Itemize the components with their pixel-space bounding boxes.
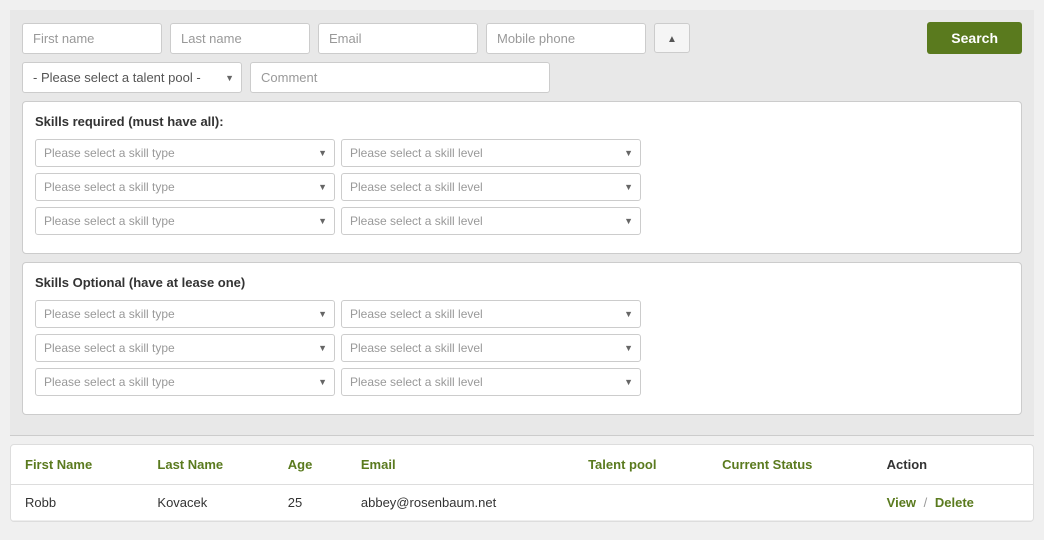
skills-required-title: Skills required (must have all): (35, 114, 1009, 129)
skill-opt-level-3-wrapper: Please select a skill level (341, 368, 641, 396)
mobile-phone-input[interactable] (486, 23, 646, 54)
cell-last-name: Kovacek (143, 485, 273, 521)
cell-talent-pool (574, 485, 708, 521)
skill-optional-type-2[interactable]: Please select a skill type (35, 334, 335, 362)
skill-opt-level-2-wrapper: Please select a skill level (341, 334, 641, 362)
skill-optional-row-1: Please select a skill type Please select… (35, 300, 1009, 328)
search-button[interactable]: Search (927, 22, 1022, 54)
skill-level-3-wrapper: Please select a skill level (341, 207, 641, 235)
delete-link[interactable]: Delete (935, 495, 974, 510)
cell-first-name: Robb (11, 485, 143, 521)
talent-pool-select[interactable]: - Please select a talent pool - (22, 62, 242, 93)
search-row-1: Search (22, 22, 1022, 54)
skill-optional-level-1[interactable]: Please select a skill level (341, 300, 641, 328)
email-input[interactable] (318, 23, 478, 54)
skill-required-row-3: Please select a skill type Please select… (35, 207, 1009, 235)
action-separator: / (920, 495, 931, 510)
skill-optional-type-3[interactable]: Please select a skill type (35, 368, 335, 396)
skill-optional-level-2[interactable]: Please select a skill level (341, 334, 641, 362)
skill-required-type-1[interactable]: Please select a skill type (35, 139, 335, 167)
skill-opt-type-1-wrapper: Please select a skill type (35, 300, 335, 328)
table-header-row: First Name Last Name Age Email Talent po… (11, 445, 1033, 485)
skill-optional-level-3[interactable]: Please select a skill level (341, 368, 641, 396)
col-header-email: Email (347, 445, 574, 485)
search-row-2: - Please select a talent pool - (22, 62, 1022, 93)
skill-required-type-2[interactable]: Please select a skill type (35, 173, 335, 201)
last-name-input[interactable] (170, 23, 310, 54)
skill-opt-type-3-wrapper: Please select a skill type (35, 368, 335, 396)
comment-input[interactable] (250, 62, 550, 93)
cell-age: 25 (274, 485, 347, 521)
chevron-up-icon (667, 31, 677, 45)
first-name-input[interactable] (22, 23, 162, 54)
skill-optional-type-1[interactable]: Please select a skill type (35, 300, 335, 328)
skill-required-level-1[interactable]: Please select a skill level (341, 139, 641, 167)
search-panel: Search - Please select a talent pool - S… (10, 10, 1034, 436)
skill-required-type-3[interactable]: Please select a skill type (35, 207, 335, 235)
skill-level-2-wrapper: Please select a skill level (341, 173, 641, 201)
skill-type-2-wrapper: Please select a skill type (35, 173, 335, 201)
skills-optional-section: Skills Optional (have at lease one) Plea… (22, 262, 1022, 415)
results-section: First Name Last Name Age Email Talent po… (10, 444, 1034, 522)
cell-current-status (708, 485, 873, 521)
skill-required-level-3[interactable]: Please select a skill level (341, 207, 641, 235)
col-header-age: Age (274, 445, 347, 485)
skill-opt-type-2-wrapper: Please select a skill type (35, 334, 335, 362)
cell-action: View / Delete (873, 485, 1033, 521)
col-header-talent-pool: Talent pool (574, 445, 708, 485)
skill-required-row-2: Please select a skill type Please select… (35, 173, 1009, 201)
skills-optional-title: Skills Optional (have at lease one) (35, 275, 1009, 290)
table-row: RobbKovacek25abbey@rosenbaum.net View / D… (11, 485, 1033, 521)
collapse-button[interactable] (654, 23, 690, 53)
skills-required-section: Skills required (must have all): Please … (22, 101, 1022, 254)
skill-opt-level-1-wrapper: Please select a skill level (341, 300, 641, 328)
view-link[interactable]: View (887, 495, 916, 510)
col-header-current-status: Current Status (708, 445, 873, 485)
skill-optional-row-3: Please select a skill type Please select… (35, 368, 1009, 396)
skill-required-row-1: Please select a skill type Please select… (35, 139, 1009, 167)
skill-optional-row-2: Please select a skill type Please select… (35, 334, 1009, 362)
col-header-first-name: First Name (11, 445, 143, 485)
skill-type-1-wrapper: Please select a skill type (35, 139, 335, 167)
col-header-last-name: Last Name (143, 445, 273, 485)
skill-type-3-wrapper: Please select a skill type (35, 207, 335, 235)
skill-required-level-2[interactable]: Please select a skill level (341, 173, 641, 201)
talent-pool-wrapper: - Please select a talent pool - (22, 62, 242, 93)
cell-email: abbey@rosenbaum.net (347, 485, 574, 521)
results-table: First Name Last Name Age Email Talent po… (11, 445, 1033, 521)
skill-level-1-wrapper: Please select a skill level (341, 139, 641, 167)
col-header-action: Action (873, 445, 1033, 485)
